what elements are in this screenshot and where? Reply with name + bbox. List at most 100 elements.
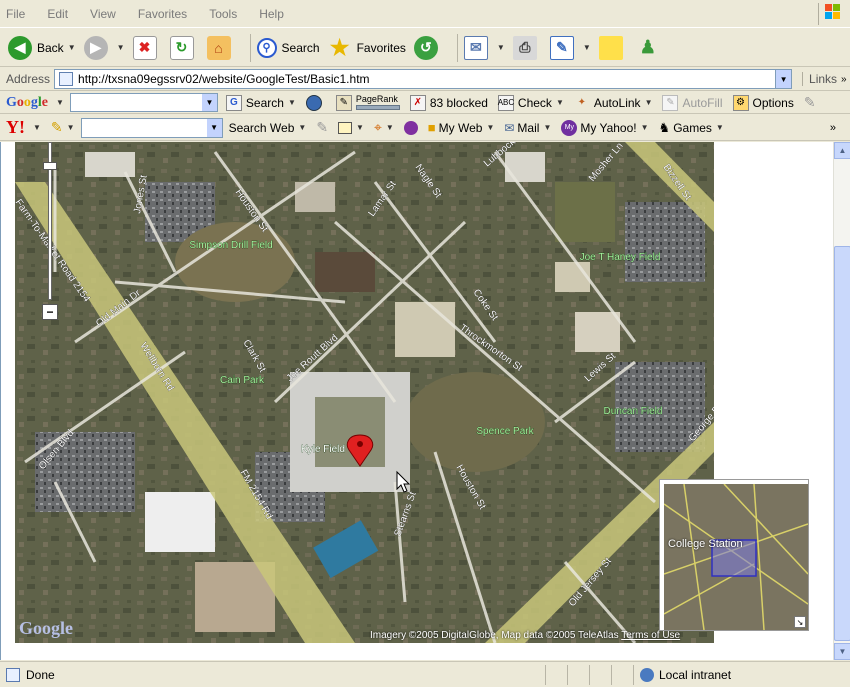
search-button[interactable]: ⚲ Search [256, 37, 320, 58]
pagerank-button[interactable]: ✎ PageRank [335, 94, 400, 111]
chevron-down-icon[interactable]: ▼ [641, 123, 649, 132]
place-label: Spence Park [476, 426, 534, 437]
messenger-button[interactable]: ♟ [636, 36, 665, 60]
autofill-button[interactable]: ✎ AutoFill [662, 94, 723, 111]
address-dropdown-icon[interactable]: ▼ [775, 70, 792, 88]
overview-map[interactable]: College Station ↘ [659, 479, 809, 631]
favorites-label: Favorites [356, 40, 406, 55]
highlighter-icon: ✎ [335, 94, 352, 111]
chevron-down-icon[interactable]: ▼ [201, 94, 217, 111]
chevron-down-icon[interactable]: ▼ [33, 123, 41, 132]
popup-blocker-button[interactable]: ✗ 83 blocked [409, 94, 488, 111]
page-done-icon [6, 667, 20, 682]
blocked-label: 83 blocked [429, 95, 488, 110]
scroll-down-button[interactable]: ▼ [834, 643, 850, 660]
favorites-button[interactable]: ★ Favorites [328, 35, 406, 60]
building [395, 302, 455, 357]
scroll-up-button[interactable]: ▲ [834, 142, 850, 159]
games-button[interactable]: ♞ Games ▼ [659, 120, 724, 136]
my-web-button[interactable]: ■ My Web ▼ [428, 120, 495, 135]
pagerank-bar [355, 105, 400, 110]
search-web-button[interactable]: Search Web ▼ [229, 121, 307, 135]
yahoo-search-input[interactable]: ▼ [80, 117, 223, 138]
back-button[interactable]: ◀ Back ▼ [8, 35, 76, 60]
zoom-slider[interactable]: − [42, 142, 58, 322]
chevron-down-icon[interactable]: ▼ [497, 43, 505, 52]
pencil-icon[interactable]: ✎ [51, 119, 63, 136]
chevron-down-icon[interactable]: ▼ [386, 123, 394, 132]
chess-piece-icon: ♞ [658, 119, 671, 135]
globe-icon [305, 94, 322, 111]
stop-button[interactable]: ✖ [132, 35, 162, 60]
chevron-down-icon[interactable]: ▼ [206, 118, 222, 137]
globe-button[interactable] [305, 94, 326, 111]
options-button[interactable]: ⚙ Options [732, 94, 794, 111]
chevron-down-icon[interactable]: ▼ [645, 98, 653, 107]
map-view[interactable]: Houston St Jones St Nagle St Lubbock Mos… [15, 142, 714, 643]
refresh-button[interactable]: ↻ [169, 35, 199, 60]
menu-edit[interactable]: Edit [47, 7, 68, 21]
spell-check-button[interactable]: ABC Check ▼ [498, 94, 564, 111]
chevron-down-icon[interactable]: ▼ [68, 43, 76, 52]
music-button[interactable] [403, 120, 418, 135]
autolink-button[interactable]: ✦ AutoLink ▼ [574, 95, 653, 111]
chevron-right-icon[interactable]: » [841, 74, 847, 85]
chevron-down-icon[interactable]: ▼ [356, 123, 364, 132]
chevron-down-icon[interactable]: ▼ [298, 123, 306, 132]
status-bar: Done Local intranet [0, 661, 850, 687]
chevron-down-icon[interactable]: ▼ [716, 123, 724, 132]
history-button[interactable]: ↺ [413, 35, 443, 60]
place-label: Joe T Haney Field [580, 252, 661, 263]
discuss-button[interactable] [598, 35, 628, 60]
chevron-down-icon[interactable]: ▼ [486, 123, 494, 132]
terms-of-use-link[interactable]: Terms of Use [621, 630, 680, 641]
zoom-handle[interactable] [43, 162, 57, 170]
antispy-button[interactable]: ⌖ ▼ [374, 119, 394, 136]
scroll-thumb[interactable] [834, 246, 850, 641]
mail-envelope-icon: ✉ [463, 35, 488, 60]
popup-button[interactable]: ▼ [338, 121, 364, 134]
security-zone[interactable]: Local intranet [633, 664, 823, 685]
popup-blocked-icon: ✗ [409, 94, 426, 111]
check-label: Check [517, 95, 552, 110]
chevron-down-icon[interactable]: ▼ [556, 98, 564, 107]
google-logo[interactable]: Google [6, 95, 48, 111]
google-toolbar: Google ▼ ▼ G Search ▼ ✎ PageRank ✗ 83 bl… [0, 92, 850, 114]
vertical-scrollbar[interactable]: ▲ ▼ [833, 142, 850, 660]
menu-help[interactable]: Help [259, 7, 284, 21]
chevron-down-icon[interactable]: ▼ [56, 98, 64, 107]
building [505, 152, 545, 182]
links-button[interactable]: Links [802, 72, 837, 86]
search-web-label: Search Web [228, 120, 295, 135]
my-yahoo-label: My Yahoo! [580, 120, 637, 135]
status-cell [611, 664, 633, 685]
chevron-down-icon[interactable]: ▼ [583, 43, 591, 52]
google-search-input[interactable]: ▼ [69, 93, 218, 112]
pencil-icon[interactable]: ✎ [804, 94, 816, 111]
my-yahoo-button[interactable]: My My Yahoo! ▼ [561, 119, 649, 136]
chevron-down-icon[interactable]: ▼ [117, 43, 125, 52]
autofill-label: AutoFill [682, 95, 723, 110]
menu-view[interactable]: View [90, 7, 116, 21]
zone-label: Local intranet [659, 667, 732, 682]
google-search-button[interactable]: G Search ▼ [225, 94, 296, 111]
yahoo-logo[interactable]: Y! [6, 117, 25, 138]
menu-tools[interactable]: Tools [209, 7, 237, 21]
chevron-down-icon[interactable]: ▼ [543, 123, 551, 132]
print-button[interactable]: ⎙ [512, 35, 542, 60]
mail-button-yahoo[interactable]: ✉ Mail ▼ [504, 121, 551, 135]
history-icon: ↺ [413, 35, 438, 60]
chevron-down-icon[interactable]: ▼ [67, 123, 75, 132]
zoom-out-button[interactable]: − [42, 304, 58, 320]
home-button[interactable]: ⌂ [206, 35, 236, 60]
mail-button[interactable]: ✉ ▼ [463, 35, 505, 60]
chevron-right-icon[interactable]: » [830, 122, 836, 134]
forward-button[interactable]: ▶ ▼ [83, 35, 125, 60]
highlight-button[interactable]: ✎ [316, 119, 328, 136]
collapse-overview-icon[interactable]: ↘ [794, 616, 806, 628]
edit-button[interactable]: ✎ ▼ [549, 35, 591, 60]
address-input[interactable]: http://txsna09egssrv02/website/GoogleTes… [54, 69, 793, 89]
chevron-down-icon[interactable]: ▼ [288, 98, 296, 107]
menu-file[interactable]: File [6, 7, 25, 21]
menu-favorites[interactable]: Favorites [138, 7, 187, 21]
